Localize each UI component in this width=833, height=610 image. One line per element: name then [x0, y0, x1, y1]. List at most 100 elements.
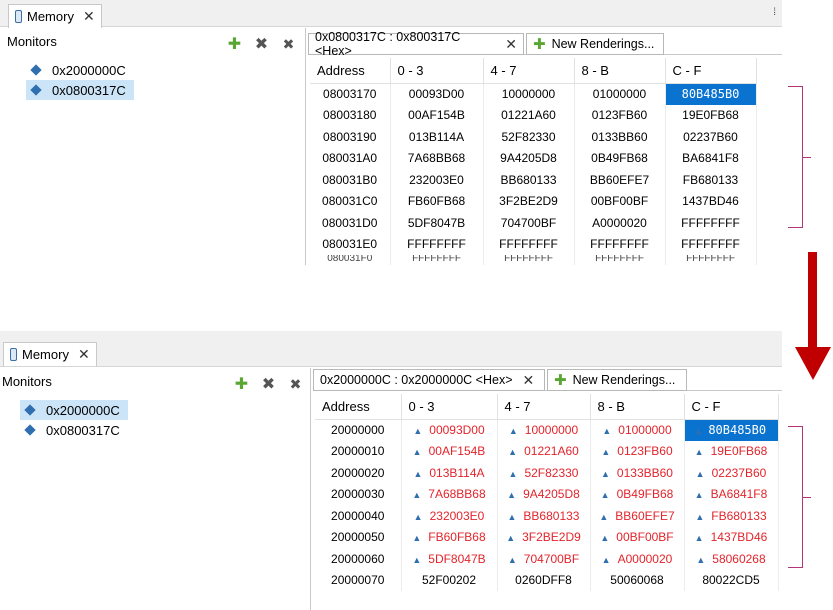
memory-cell[interactable]: ▲ 7A68BB68 — [401, 483, 498, 505]
memory-cell[interactable]: 7A68BB68 — [390, 147, 484, 169]
memory-cell[interactable]: FFFFFFFF — [574, 233, 666, 255]
new-renderings-tab[interactable]: ✚ New Renderings... — [547, 369, 687, 391]
memory-cell[interactable]: ▲ FB60FB68 — [401, 526, 498, 548]
memory-cell[interactable]: FB680133 — [665, 169, 757, 191]
remove-monitor-icon[interactable]: ✖ — [253, 37, 270, 53]
monitor-item[interactable]: 0x0800317C — [20, 420, 128, 440]
memory-cell[interactable]: BA6841F8 — [665, 147, 757, 169]
memory-cell[interactable]: 9A4205D8 — [483, 147, 575, 169]
memory-cell[interactable]: 704700BF — [483, 212, 575, 234]
memory-cell[interactable]: ▲ 704700BF — [497, 548, 591, 570]
memory-cell[interactable]: 52F00202 — [401, 569, 498, 591]
address-cell[interactable]: 080031C0 — [310, 190, 391, 212]
column-header[interactable]: 0 - 3 — [390, 58, 484, 84]
column-header[interactable]: 0 - 3 — [401, 394, 498, 420]
memory-cell[interactable]: FB60FB68 — [390, 190, 484, 212]
address-cell[interactable]: 080031D0 — [310, 212, 391, 234]
memory-cell[interactable]: FFFFFFFF — [665, 255, 757, 265]
column-header[interactable]: 8 - B — [574, 58, 666, 84]
memory-cell[interactable]: ▲ 1437BD46 — [684, 526, 779, 548]
monitor-item[interactable]: 0x2000000C — [20, 400, 128, 420]
address-cell[interactable]: 20000060 — [315, 548, 402, 570]
memory-cell[interactable]: FFFFFFFF — [390, 255, 484, 265]
memory-cell[interactable]: ▲ 01000000 — [590, 419, 685, 441]
memory-cell[interactable]: FFFFFFFF — [390, 233, 484, 255]
memory-cell[interactable]: ▲ 9A4205D8 — [497, 483, 591, 505]
address-cell[interactable]: 20000050 — [315, 526, 402, 548]
memory-cell[interactable]: ▲ 01221A60 — [497, 440, 591, 462]
memory-cell[interactable]: 013B114A — [390, 126, 484, 148]
memory-cell[interactable]: ▲ 58060268 — [684, 548, 779, 570]
memory-cell[interactable]: ▲ 0B49FB68 — [590, 483, 685, 505]
address-cell[interactable]: 20000010 — [315, 440, 402, 462]
memory-cell[interactable]: FFFFFFFF — [483, 233, 575, 255]
add-monitor-icon[interactable]: ✚ — [233, 377, 250, 393]
remove-all-monitors-icon[interactable]: ✖ — [280, 37, 297, 52]
memory-cell[interactable]: FFFFFFFF — [665, 212, 757, 234]
memory-cell[interactable]: 80022CD5 — [684, 569, 779, 591]
memory-cell[interactable]: 1437BD46 — [665, 190, 757, 212]
memory-cell[interactable]: ▲ A0000020 — [590, 548, 685, 570]
memory-cell[interactable]: ▲ 02237B60 — [684, 462, 779, 484]
memory-cell[interactable]: 00BF00BF — [574, 190, 666, 212]
address-cell[interactable]: 080031B0 — [310, 169, 391, 191]
address-cell[interactable]: 20000030 — [315, 483, 402, 505]
memory-cell[interactable]: 01000000 — [574, 83, 666, 105]
column-header[interactable]: Address — [315, 394, 402, 420]
memory-cell[interactable]: ▲ 00AF154B — [401, 440, 498, 462]
memory-cell[interactable]: ▲ 0133BB60 — [590, 462, 685, 484]
memory-cell[interactable]: ▲ BA6841F8 — [684, 483, 779, 505]
column-header[interactable]: C - F — [684, 394, 779, 420]
view-menu-icon[interactable]: ⁞ — [773, 7, 776, 18]
memory-cell[interactable]: 10000000 — [483, 83, 575, 105]
memory-cell[interactable]: 00093D00 — [390, 83, 484, 105]
address-cell[interactable]: 080031E0 — [310, 233, 391, 255]
close-icon[interactable]: ✕ — [523, 372, 535, 389]
monitor-item[interactable]: 0x2000000C — [26, 60, 134, 80]
memory-cell[interactable]: 80B485B0 — [665, 83, 757, 105]
memory-view-tab[interactable]: Memory ✕ — [3, 342, 97, 366]
address-cell[interactable]: 20000020 — [315, 462, 402, 484]
memory-cell[interactable]: ▲ 0123FB60 — [590, 440, 685, 462]
address-cell[interactable]: 20000040 — [315, 505, 402, 527]
memory-cell[interactable]: 5DF8047B — [390, 212, 484, 234]
memory-cell[interactable]: ▲ 5DF8047B — [401, 548, 498, 570]
rendering-tab[interactable]: 0x2000000C : 0x2000000C <Hex> ✕ — [313, 369, 545, 391]
memory-cell[interactable]: 50060068 — [590, 569, 685, 591]
memory-view-tab[interactable]: Memory ✕ — [8, 4, 102, 28]
memory-cell[interactable]: 52F82330 — [483, 126, 575, 148]
memory-cell[interactable]: ▲ 232003E0 — [401, 505, 498, 527]
memory-cell[interactable]: FFFFFFFF — [665, 233, 757, 255]
column-header[interactable]: 4 - 7 — [497, 394, 591, 420]
column-header[interactable]: Address — [310, 58, 391, 84]
memory-cell[interactable]: FFFFFFFF — [574, 255, 666, 265]
memory-cell[interactable]: 0133BB60 — [574, 126, 666, 148]
close-icon[interactable]: ✕ — [505, 36, 517, 53]
memory-cell[interactable]: ▲ 3F2BE2D9 — [497, 526, 591, 548]
memory-cell[interactable]: ▲ 00BF00BF — [590, 526, 685, 548]
memory-cell[interactable]: ▲ 013B114A — [401, 462, 498, 484]
column-header[interactable]: C - F — [665, 58, 757, 84]
rendering-tab[interactable]: 0x0800317C : 0x800317C <Hex> ✕ — [308, 30, 524, 58]
memory-cell[interactable]: 0123FB60 — [574, 104, 666, 126]
column-header[interactable]: 8 - B — [590, 394, 685, 420]
memory-cell[interactable]: 00AF154B — [390, 104, 484, 126]
memory-cell[interactable]: ▲ 10000000 — [497, 419, 591, 441]
memory-cell[interactable]: ▲ FB680133 — [684, 505, 779, 527]
memory-cell[interactable]: 02237B60 — [665, 126, 757, 148]
column-header[interactable]: 4 - 7 — [483, 58, 575, 84]
monitor-item[interactable]: 0x0800317C — [26, 80, 134, 100]
memory-cell[interactable]: ▲ 19E0FB68 — [684, 440, 779, 462]
memory-cell[interactable]: 0B49FB68 — [574, 147, 666, 169]
close-icon[interactable]: ✕ — [78, 346, 90, 363]
address-cell[interactable]: 080031F0 — [310, 255, 391, 265]
memory-cell[interactable]: 232003E0 — [390, 169, 484, 191]
address-cell[interactable]: 20000070 — [315, 569, 402, 591]
memory-cell[interactable]: BB60EFE7 — [574, 169, 666, 191]
memory-cell[interactable]: FFFFFFFF — [483, 255, 575, 265]
memory-cell[interactable]: BB680133 — [483, 169, 575, 191]
memory-cell[interactable]: 0260DFF8 — [497, 569, 591, 591]
address-cell[interactable]: 08003190 — [310, 126, 391, 148]
memory-cell[interactable]: ▲ 80B485B0 — [684, 419, 779, 441]
memory-cell[interactable]: ▲ 52F82330 — [497, 462, 591, 484]
